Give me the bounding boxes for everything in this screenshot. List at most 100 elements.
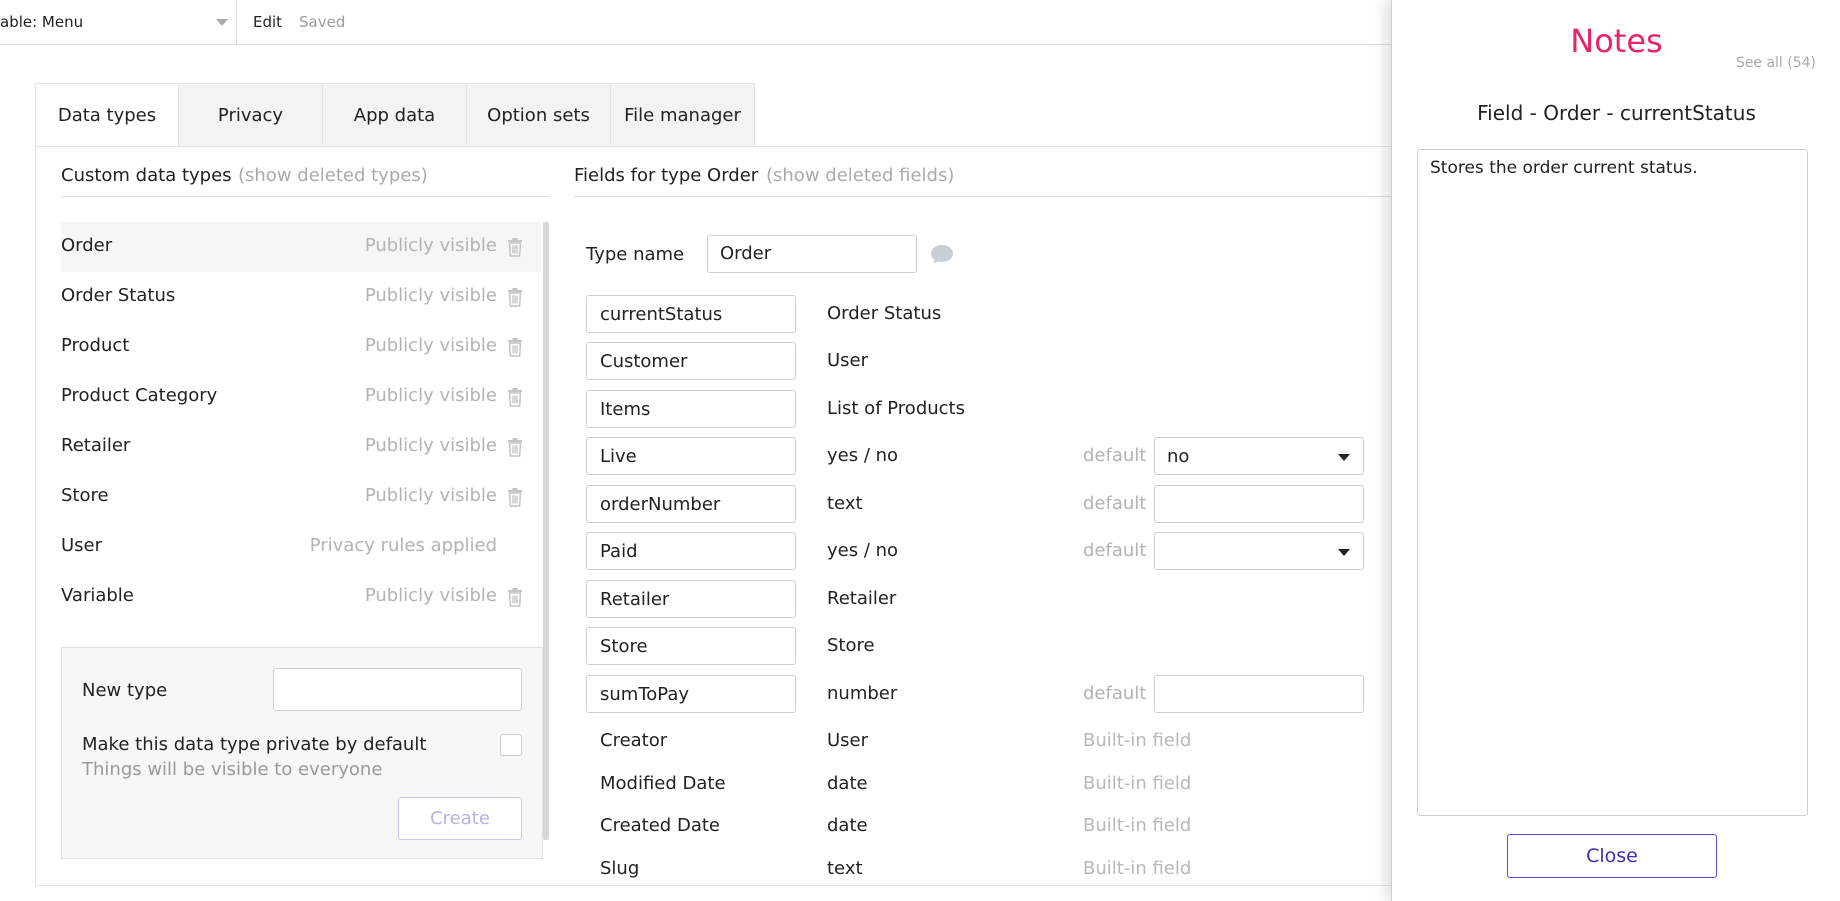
- field-row-paid: Paid yes / no default: [586, 532, 1366, 570]
- custom-types-title: Custom data types: [61, 165, 232, 186]
- fields-header: Fields for type Order (show deleted fiel…: [574, 163, 1400, 197]
- field-type: number: [827, 683, 898, 704]
- private-default-label: Make this data type private by default: [82, 734, 427, 755]
- page-selector-label: able: Menu: [0, 13, 84, 31]
- field-type: text: [827, 493, 863, 514]
- type-row-retailer[interactable]: Retailer Publicly visible: [61, 422, 541, 472]
- field-row-currentstatus: currentStatus Order Status: [586, 295, 1366, 333]
- type-name: Product Category: [61, 385, 218, 406]
- create-type-button[interactable]: Create: [398, 797, 522, 840]
- tab-privacy[interactable]: Privacy: [179, 83, 323, 147]
- trash-icon[interactable]: [507, 338, 523, 357]
- field-type: yes / no: [827, 445, 899, 466]
- field-type: date: [827, 815, 868, 836]
- field-name-input[interactable]: Items: [586, 390, 796, 428]
- field-row-store: Store Store: [586, 627, 1366, 665]
- default-value-input[interactable]: [1154, 675, 1364, 713]
- type-visibility: Publicly visible: [364, 335, 497, 356]
- tab-option-sets[interactable]: Option sets: [467, 83, 611, 147]
- field-row-slug: Slug text Built-in field: [586, 850, 1366, 888]
- new-type-input[interactable]: [273, 668, 522, 711]
- default-value-dropdown[interactable]: [1154, 532, 1364, 570]
- built-in-field-label: Built-in field: [1083, 858, 1192, 879]
- trash-icon[interactable]: [507, 238, 523, 257]
- field-row-items: Items List of Products: [586, 390, 1366, 428]
- type-visibility: Publicly visible: [364, 385, 497, 406]
- default-value-dropdown[interactable]: no: [1154, 437, 1364, 475]
- field-name-input[interactable]: sumToPay: [586, 675, 796, 713]
- tab-data-types[interactable]: Data types: [35, 83, 179, 147]
- type-list-scrollbar[interactable]: [543, 222, 549, 840]
- field-row-customer: Customer User: [586, 342, 1366, 380]
- field-row-live: Live yes / no default no: [586, 437, 1366, 475]
- default-value-input[interactable]: [1154, 485, 1364, 523]
- tabs-divider: [35, 146, 1435, 147]
- field-name-input[interactable]: Paid: [586, 532, 796, 570]
- default-label: default: [1083, 683, 1147, 704]
- trash-icon[interactable]: [507, 388, 523, 407]
- show-deleted-types-link[interactable]: (show deleted types): [238, 165, 428, 186]
- chevron-down-icon: [1338, 454, 1350, 461]
- field-name-input[interactable]: Customer: [586, 342, 796, 380]
- type-name-input[interactable]: Order: [707, 235, 917, 273]
- type-name: Variable: [61, 585, 134, 606]
- edit-menu[interactable]: Edit: [253, 13, 282, 31]
- type-visibility: Publicly visible: [364, 435, 497, 456]
- save-status: Saved: [299, 13, 346, 31]
- field-row-created-date: Created Date date Built-in field: [586, 807, 1366, 845]
- field-name-input[interactable]: Live: [586, 437, 796, 475]
- trash-icon[interactable]: [507, 488, 523, 507]
- type-name-label: Type name: [586, 244, 685, 265]
- built-in-field-label: Built-in field: [1083, 815, 1192, 836]
- default-label: default: [1083, 493, 1147, 514]
- type-row-store[interactable]: Store Publicly visible: [61, 472, 541, 522]
- type-row-product-category[interactable]: Product Category Publicly visible: [61, 372, 541, 422]
- type-row-variable[interactable]: Variable Publicly visible: [61, 572, 541, 622]
- field-name: Created Date: [600, 815, 720, 836]
- field-name: Modified Date: [600, 773, 726, 794]
- type-visibility: Publicly visible: [364, 585, 497, 606]
- show-deleted-fields-link[interactable]: (show deleted fields): [766, 165, 954, 186]
- field-type: Order Status: [827, 303, 942, 324]
- trash-icon[interactable]: [507, 438, 523, 457]
- type-name: Store: [61, 485, 109, 506]
- field-row-creator: Creator User Built-in field: [586, 722, 1366, 760]
- type-row-order[interactable]: Order Publicly visible: [61, 222, 541, 272]
- note-textarea[interactable]: Stores the order current status.: [1417, 149, 1808, 816]
- see-all-notes-link[interactable]: See all (54): [1736, 55, 1816, 71]
- default-value: no: [1167, 446, 1190, 467]
- type-list: Order Publicly visible Order Status Publicl…: [61, 222, 541, 622]
- default-label: default: [1083, 445, 1147, 466]
- type-row-product[interactable]: Product Publicly visible: [61, 322, 541, 372]
- field-type: text: [827, 858, 863, 879]
- tab-app-data[interactable]: App data: [323, 83, 467, 147]
- trash-icon[interactable]: [507, 288, 523, 307]
- tab-file-manager[interactable]: File manager: [611, 83, 755, 147]
- trash-icon[interactable]: [507, 588, 523, 607]
- type-visibility: Publicly visible: [364, 235, 497, 256]
- field-type: Store: [827, 635, 875, 656]
- fields-title: Fields for type Order: [574, 165, 759, 186]
- chevron-down-icon: [216, 19, 228, 26]
- field-type: User: [827, 730, 869, 751]
- type-name: Product: [61, 335, 130, 356]
- type-visibility: Publicly visible: [364, 285, 497, 306]
- field-name-input[interactable]: Retailer: [586, 580, 796, 618]
- field-row-retailer: Retailer Retailer: [586, 580, 1366, 618]
- field-type: yes / no: [827, 540, 899, 561]
- field-name-input[interactable]: Store: [586, 627, 796, 665]
- close-button[interactable]: Close: [1507, 834, 1717, 878]
- built-in-field-label: Built-in field: [1083, 773, 1192, 794]
- private-default-checkbox[interactable]: [500, 734, 522, 756]
- new-type-form: New type Make this data type private by …: [61, 647, 543, 859]
- page-selector[interactable]: able: Menu: [0, 0, 237, 45]
- field-type: date: [827, 773, 868, 794]
- field-name-input[interactable]: currentStatus: [586, 295, 796, 333]
- type-row-user[interactable]: User Privacy rules applied: [61, 522, 541, 572]
- comment-icon[interactable]: [930, 243, 954, 265]
- type-row-order-status[interactable]: Order Status Publicly visible: [61, 272, 541, 322]
- field-type: List of Products: [827, 398, 965, 419]
- field-name: Creator: [600, 730, 668, 751]
- field-name-input[interactable]: orderNumber: [586, 485, 796, 523]
- default-label: default: [1083, 540, 1147, 561]
